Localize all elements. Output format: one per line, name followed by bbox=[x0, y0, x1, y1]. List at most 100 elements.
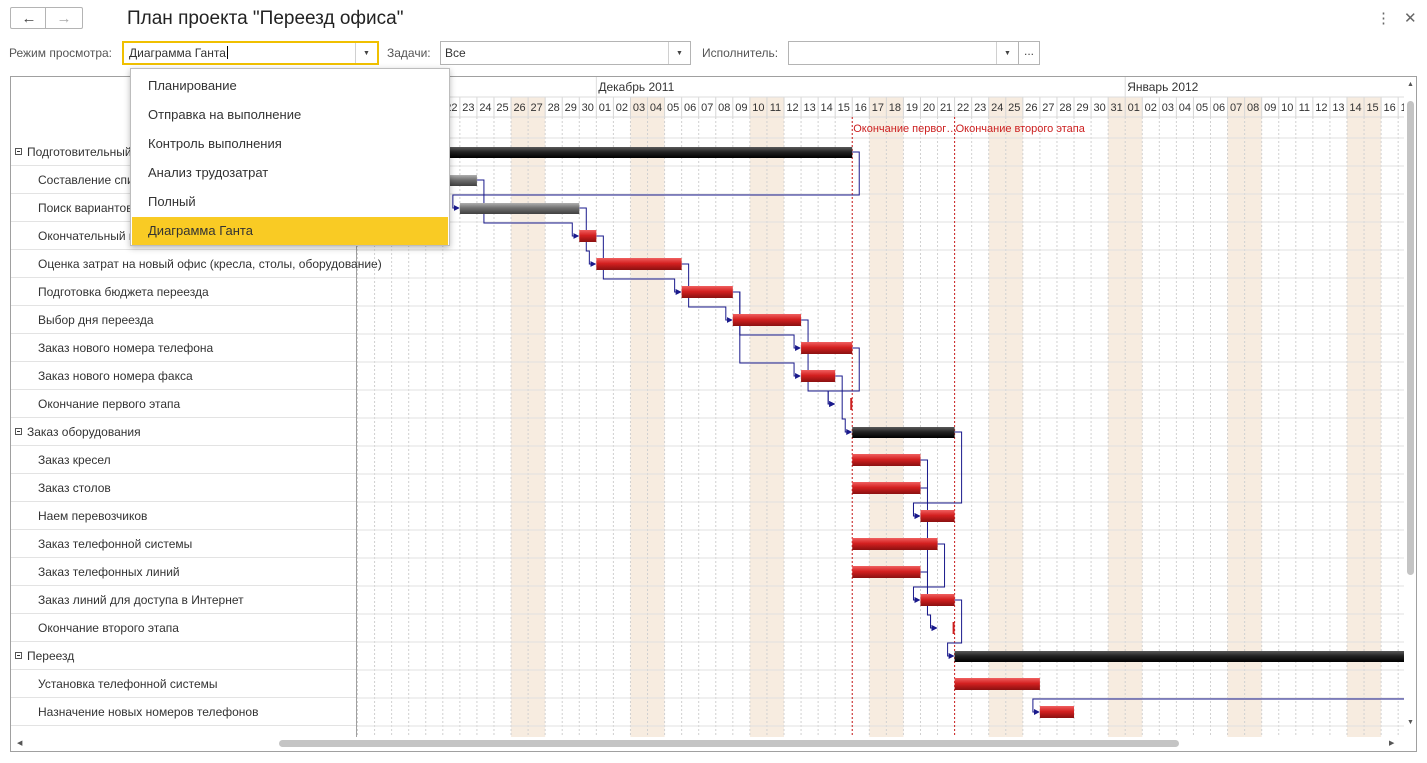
task-row[interactable]: Окончание второго этапа bbox=[11, 614, 356, 642]
task-bar bbox=[732, 314, 802, 326]
tasks-select[interactable]: Все ▼ bbox=[440, 41, 691, 65]
view-mode-option[interactable]: Полный bbox=[132, 188, 448, 216]
task-name: Заказ кресел bbox=[38, 453, 111, 467]
day-label: 28 bbox=[548, 102, 560, 114]
task-row[interactable]: Выбор дня переезда bbox=[11, 306, 356, 334]
collapse-toggle-icon[interactable] bbox=[15, 428, 22, 435]
executor-select[interactable]: ▼ bbox=[788, 41, 1019, 65]
view-mode-option[interactable]: Диаграмма Ганта bbox=[132, 217, 448, 245]
horizontal-scrollbar[interactable]: ◀ ▶ bbox=[11, 737, 1416, 751]
task-row[interactable]: Подготовка бюджета переезда bbox=[11, 278, 356, 306]
task-group-row[interactable]: Заказ оборудования bbox=[11, 418, 356, 446]
day-label: 12 bbox=[1315, 102, 1327, 114]
back-button[interactable]: ← bbox=[10, 7, 48, 29]
task-row[interactable]: Установка телефонной системы bbox=[11, 670, 356, 698]
gantt-chart-area: Декабрь 2011 Январь 2012 17 18 19 20 21 22 23 24 2… bbox=[357, 77, 1406, 751]
task-row[interactable]: Окончание первого этапа bbox=[11, 390, 356, 418]
day-label: 17 bbox=[872, 102, 884, 114]
task-row[interactable]: Заказ нового номера телефона bbox=[11, 334, 356, 362]
view-mode-option[interactable]: Планирование bbox=[132, 72, 448, 100]
task-row[interactable]: Заказ телефонных линий bbox=[11, 558, 356, 586]
view-mode-option-label: Полный bbox=[148, 194, 196, 209]
task-row[interactable]: Оценка затрат на новый офис (кресла, сто… bbox=[11, 250, 382, 278]
scroll-left-icon[interactable]: ◀ bbox=[17, 739, 22, 747]
task-bar bbox=[579, 230, 597, 242]
collapse-toggle-icon[interactable] bbox=[15, 148, 22, 155]
day-label: 09 bbox=[735, 102, 747, 114]
task-name: Окончание второго этапа bbox=[38, 621, 179, 635]
task-row[interactable]: Назначение новых номеров телефонов bbox=[11, 698, 356, 726]
weekend-column bbox=[869, 97, 887, 751]
view-mode-option-label: Диаграмма Ганта bbox=[148, 223, 253, 238]
task-row[interactable]: Заказ телефонной системы bbox=[11, 530, 356, 558]
executor-choose-button[interactable]: ... bbox=[1018, 41, 1040, 65]
day-label: 30 bbox=[1093, 102, 1105, 114]
task-name: Заказ оборудования bbox=[27, 425, 141, 439]
day-label: 27 bbox=[531, 102, 543, 114]
task-row[interactable]: Заказ столов bbox=[11, 474, 356, 502]
view-mode-option[interactable]: Отправка на выполнение bbox=[132, 101, 448, 129]
view-mode-option[interactable]: Контроль выполнения bbox=[132, 130, 448, 158]
more-icon[interactable]: ⋮ bbox=[1376, 9, 1391, 27]
horizontal-scroll-thumb[interactable] bbox=[279, 740, 1179, 747]
day-label: 16 bbox=[1384, 102, 1396, 114]
task-name: Окончание первого этапа bbox=[38, 397, 181, 411]
task-name: Поиск вариантов bbox=[38, 201, 133, 215]
scroll-up-icon[interactable]: ▲ bbox=[1407, 81, 1414, 88]
vertical-scrollbar[interactable]: ▲ ▼ bbox=[1404, 77, 1416, 751]
vertical-scroll-thumb[interactable] bbox=[1407, 101, 1414, 575]
chevron-down-icon: ▼ bbox=[363, 49, 370, 57]
task-group-row[interactable]: Переезд bbox=[11, 642, 356, 670]
view-mode-option[interactable]: Анализ трудозатрат bbox=[132, 159, 448, 187]
view-mode-dropdown-button[interactable]: ▼ bbox=[355, 43, 377, 63]
day-label: 31 bbox=[1111, 102, 1123, 114]
day-label: 09 bbox=[1264, 102, 1276, 114]
month-label: Январь 2012 bbox=[1127, 80, 1198, 94]
collapse-toggle-icon[interactable] bbox=[15, 652, 22, 659]
day-label: 29 bbox=[1076, 102, 1088, 114]
day-label: 04 bbox=[1179, 102, 1191, 114]
view-mode-value: Диаграмма Ганта bbox=[129, 46, 226, 60]
day-label: 06 bbox=[1213, 102, 1225, 114]
day-label: 02 bbox=[1145, 102, 1157, 114]
task-name: Наем перевозчиков bbox=[38, 509, 148, 523]
view-mode-dropdown-list: Планирование Отправка на выполнение Контро… bbox=[130, 68, 450, 246]
day-label: 08 bbox=[1247, 102, 1259, 114]
day-label: 01 bbox=[1128, 102, 1140, 114]
day-label: 07 bbox=[701, 102, 713, 114]
day-label: 20 bbox=[923, 102, 935, 114]
view-mode-option-label: Анализ трудозатрат bbox=[148, 165, 269, 180]
forward-button[interactable]: → bbox=[45, 7, 83, 29]
summary-bar bbox=[425, 147, 853, 158]
view-mode-select[interactable]: Диаграмма Ганта ▼ bbox=[122, 41, 379, 65]
scroll-right-icon[interactable]: ▶ bbox=[1389, 739, 1394, 747]
day-label: 13 bbox=[803, 102, 815, 114]
close-icon[interactable]: ✕ bbox=[1404, 9, 1417, 27]
milestone-label: Окончание первог… bbox=[853, 123, 957, 135]
task-row[interactable]: Наем перевозчиков bbox=[11, 502, 356, 530]
tasks-dropdown-button[interactable]: ▼ bbox=[668, 42, 690, 64]
day-label: 21 bbox=[940, 102, 952, 114]
day-label: 14 bbox=[821, 102, 833, 114]
task-row[interactable]: Заказ нового номера факса bbox=[11, 362, 356, 390]
task-row[interactable]: Заказ кресел bbox=[11, 446, 356, 474]
task-name: Назначение новых номеров телефонов bbox=[38, 705, 259, 719]
task-bar bbox=[852, 454, 921, 466]
day-label: 28 bbox=[1059, 102, 1071, 114]
day-label: 05 bbox=[1196, 102, 1208, 114]
task-name: Заказ нового номера факса bbox=[38, 369, 193, 383]
day-label: 06 bbox=[684, 102, 696, 114]
day-label: 03 bbox=[1162, 102, 1174, 114]
day-label: 24 bbox=[479, 102, 491, 114]
scroll-down-icon[interactable]: ▼ bbox=[1407, 719, 1414, 726]
summary-bar bbox=[954, 651, 1406, 662]
task-bar bbox=[1039, 706, 1075, 718]
day-label: 16 bbox=[855, 102, 867, 114]
task-row[interactable]: Заказ линий для доступа в Интернет bbox=[11, 586, 356, 614]
day-label: 01 bbox=[599, 102, 611, 114]
executor-dropdown-button[interactable]: ▼ bbox=[996, 42, 1018, 64]
task-name: Подготовка бюджета переезда bbox=[38, 285, 209, 299]
dependency-link bbox=[835, 375, 853, 435]
day-label: 04 bbox=[650, 102, 662, 114]
day-label: 24 bbox=[991, 102, 1003, 114]
